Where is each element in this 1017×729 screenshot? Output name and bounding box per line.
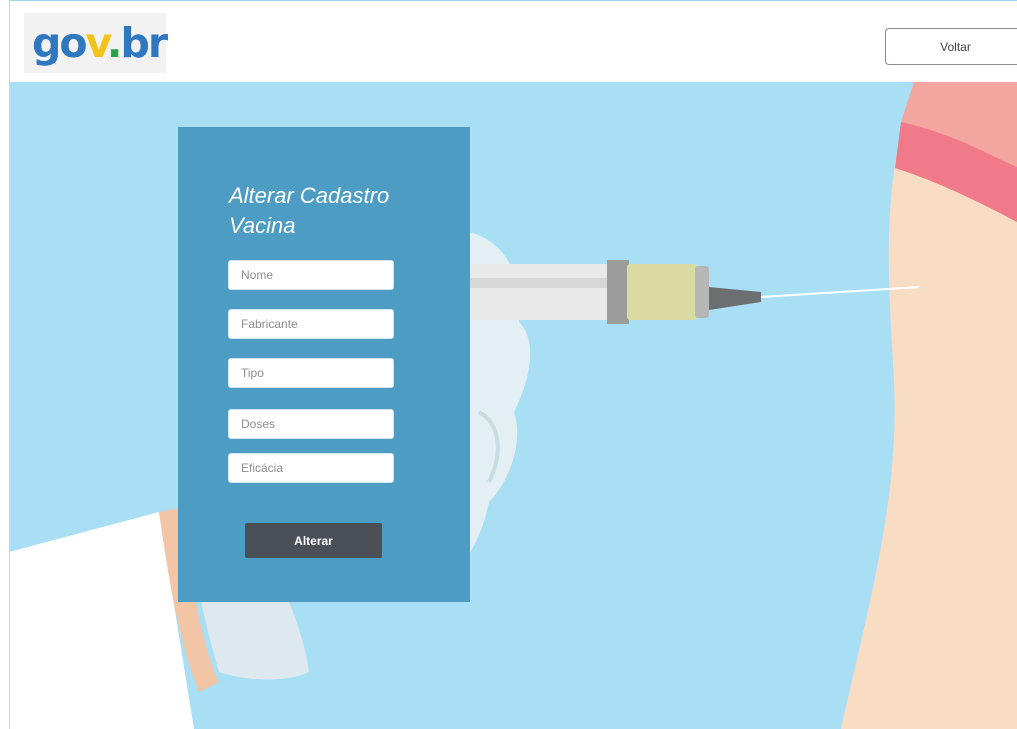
govbr-logo[interactable]: gov.br xyxy=(24,13,168,73)
hero-illustration xyxy=(9,82,1017,729)
form-title: Alterar Cadastro Vacina xyxy=(229,181,429,241)
form-title-line1: Alterar Cadastro xyxy=(229,183,390,208)
syringe-liquid xyxy=(627,264,697,320)
doses-input[interactable] xyxy=(228,409,394,439)
update-button[interactable]: Alterar xyxy=(245,523,382,558)
logo-part-go: go xyxy=(32,18,88,67)
app-window: gov.br Voltar Alterar Cadastro Vacina No… xyxy=(0,0,1017,729)
logo-wordmark: gov.br xyxy=(32,22,168,64)
back-button[interactable]: Voltar xyxy=(885,28,1017,65)
syringe-plunger-seal xyxy=(607,260,629,324)
header-bar: gov.br Voltar xyxy=(9,0,1017,82)
efficacy-input[interactable] xyxy=(228,453,394,483)
manufacturer-input[interactable] xyxy=(228,309,394,339)
syringe-needle-hub xyxy=(709,287,761,310)
edit-vaccine-form: Alterar Cadastro Vacina Alterar xyxy=(178,127,470,602)
left-border xyxy=(0,0,10,729)
syringe-barrel xyxy=(464,264,614,320)
form-title-line2: Vacina xyxy=(229,213,296,238)
vaccine-illustration xyxy=(9,82,1017,729)
type-input[interactable] xyxy=(228,358,394,388)
logo-part-br: br xyxy=(120,18,169,67)
name-input[interactable] xyxy=(228,260,394,290)
logo-part-dot: . xyxy=(106,18,123,67)
logo-part-v: v xyxy=(85,18,109,67)
